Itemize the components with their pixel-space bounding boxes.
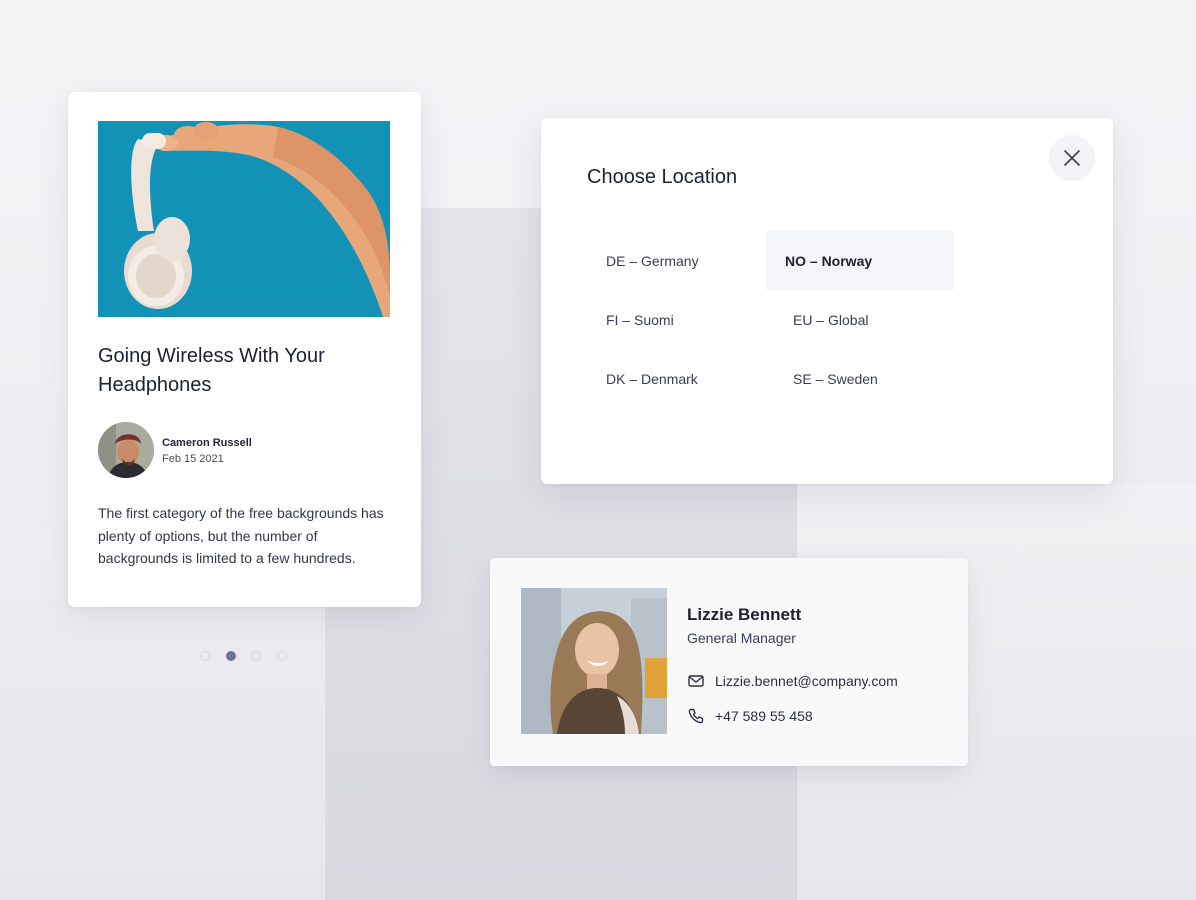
- contact-phone[interactable]: +47 589 55 458: [715, 708, 813, 724]
- article-card[interactable]: Going Wireless With Your Headphones Came…: [68, 92, 421, 607]
- pager-dot-active[interactable]: [226, 651, 236, 661]
- carousel-pager: [200, 650, 300, 664]
- pager-dot[interactable]: [277, 651, 287, 661]
- location-option-germany[interactable]: DE – Germany: [587, 231, 775, 290]
- pager-dot[interactable]: [251, 651, 261, 661]
- contact-email-row[interactable]: Lizzie.bennet@company.com: [687, 671, 898, 691]
- contact-photo-illustration: [521, 588, 667, 734]
- headphones-illustration: [98, 121, 390, 317]
- author-date: Feb 15 2021: [162, 453, 224, 465]
- author-row: Cameron Russell Feb 15 2021: [98, 422, 388, 480]
- close-icon: [1064, 150, 1080, 166]
- background-panel-left: [0, 600, 325, 900]
- contact-role: General Manager: [687, 630, 796, 646]
- contact-email[interactable]: Lizzie.bennet@company.com: [715, 673, 898, 689]
- pager-dot[interactable]: [200, 651, 210, 661]
- location-option-norway[interactable]: NO – Norway: [766, 231, 954, 290]
- close-button[interactable]: [1049, 135, 1095, 181]
- location-option-suomi[interactable]: FI – Suomi: [587, 290, 775, 349]
- contact-photo: [521, 588, 667, 734]
- location-dialog: Choose Location DE – Germany NO – Norway…: [541, 118, 1113, 484]
- article-body: The first category of the free backgroun…: [98, 505, 384, 566]
- location-option-denmark[interactable]: DK – Denmark: [587, 349, 775, 408]
- contact-name: Lizzie Bennett: [687, 605, 802, 624]
- dialog-title: Choose Location: [587, 166, 738, 188]
- phone-icon: [687, 707, 705, 725]
- article-title[interactable]: Going Wireless With Your Headphones: [98, 342, 388, 400]
- avatar[interactable]: [98, 422, 154, 478]
- author-name[interactable]: Cameron Russell: [162, 437, 252, 449]
- mail-icon: [687, 672, 705, 690]
- location-option-sweden[interactable]: SE – Sweden: [774, 349, 962, 408]
- location-option-global[interactable]: EU – Global: [774, 290, 962, 349]
- headphones-image: [98, 121, 390, 317]
- author-avatar-illustration: [98, 422, 154, 478]
- contact-phone-row[interactable]: +47 589 55 458: [687, 706, 813, 726]
- contact-card: Lizzie Bennett General Manager Lizzie.be…: [490, 558, 968, 766]
